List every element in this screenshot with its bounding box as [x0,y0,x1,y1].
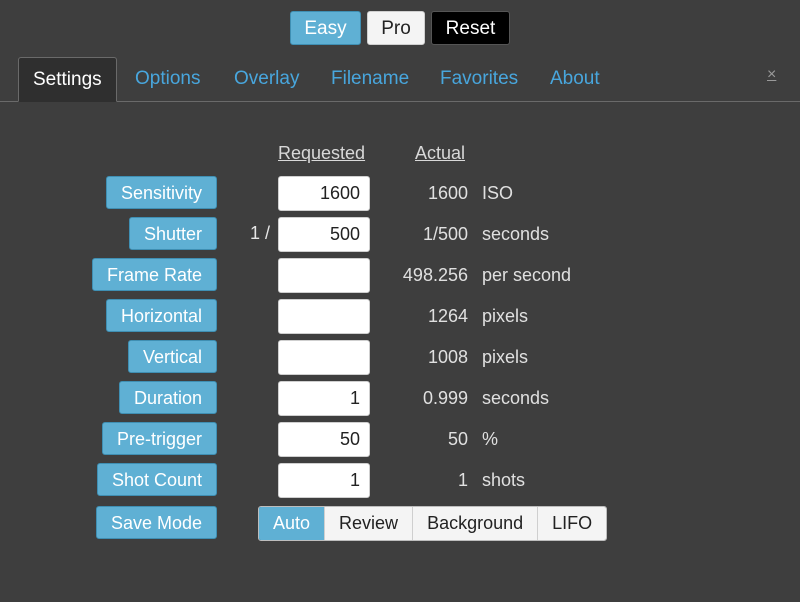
pre-trigger-unit: % [482,429,499,449]
vertical-button[interactable]: Vertical [127,340,217,373]
save-mode-option-lifo[interactable]: LIFO [537,507,607,540]
shot-count-actual-value: 1 [457,470,468,490]
reset-button[interactable]: Reset [431,11,510,45]
duration-button[interactable]: Duration [118,381,217,414]
actual-column-header: Actual [415,143,466,163]
close-icon[interactable]: × [767,66,776,84]
vertical-unit: pixels [482,347,529,367]
shot-count-requested-input[interactable] [278,463,370,498]
save-mode-option-auto[interactable]: Auto [259,507,325,540]
tab-options[interactable]: Options [135,57,200,101]
mode-bar: Easy Pro Reset [0,11,800,47]
save-mode-button[interactable]: Save Mode [95,506,217,539]
sensitivity-button[interactable]: Sensitivity [105,176,217,209]
save-mode-option-background[interactable]: Background [412,507,538,540]
save-mode-row: Save Mode Auto Review Background LIFO [0,506,800,541]
duration-unit: seconds [482,388,550,408]
horizontal-actual-value: 1264 [427,306,468,326]
tab-bar: Settings Options Overlay Filename Favori… [0,57,800,102]
frame-rate-button[interactable]: Frame Rate [91,258,217,291]
easy-mode-button[interactable]: Easy [290,11,361,45]
setting-row: Sensitivity 1600 ISO [0,176,800,211]
horizontal-requested-input[interactable] [278,299,370,334]
requested-column-header: Requested [278,143,366,163]
tab-settings[interactable]: Settings [18,57,117,102]
frame-rate-requested-input[interactable] [278,258,370,293]
tab-filename[interactable]: Filename [331,57,409,101]
shutter-actual-value: 1/500 [422,224,468,244]
setting-row: Vertical 1008 pixels [0,340,800,375]
save-mode-segmented-control: Auto Review Background LIFO [258,506,608,541]
pre-trigger-actual-value: 50 [447,429,468,449]
sensitivity-unit: ISO [482,183,514,203]
shutter-prefix: 1 / [250,223,271,243]
vertical-actual-value: 1008 [427,347,468,367]
sensitivity-requested-input[interactable] [278,176,370,211]
shot-count-unit: shots [482,470,526,490]
tab-overlay[interactable]: Overlay [234,57,299,101]
shot-count-button[interactable]: Shot Count [96,463,217,496]
pre-trigger-requested-input[interactable] [278,422,370,457]
setting-row: Frame Rate 498.256 per second [0,258,800,293]
horizontal-unit: pixels [482,306,529,326]
horizontal-button[interactable]: Horizontal [105,299,217,332]
sensitivity-actual-value: 1600 [427,183,468,203]
shutter-unit: seconds [482,224,550,244]
frame-rate-unit: per second [482,265,572,285]
pre-trigger-button[interactable]: Pre-trigger [101,422,217,455]
pro-mode-button[interactable]: Pro [367,11,425,45]
save-mode-option-review[interactable]: Review [324,507,413,540]
tab-favorites[interactable]: Favorites [440,57,518,101]
duration-requested-input[interactable] [278,381,370,416]
shutter-button[interactable]: Shutter [128,217,217,250]
setting-row: Duration 0.999 seconds [0,381,800,416]
frame-rate-actual-value: 498.256 [402,265,468,285]
setting-row: Horizontal 1264 pixels [0,299,800,334]
shutter-requested-input[interactable] [278,217,370,252]
tab-about[interactable]: About [550,57,600,101]
setting-row: Pre-trigger 50% [0,422,800,457]
duration-actual-value: 0.999 [422,388,468,408]
setting-row: Shot Count 1 shots [0,463,800,498]
vertical-requested-input[interactable] [278,340,370,375]
setting-row: Shutter 1 / 1/500 seconds [0,217,800,252]
